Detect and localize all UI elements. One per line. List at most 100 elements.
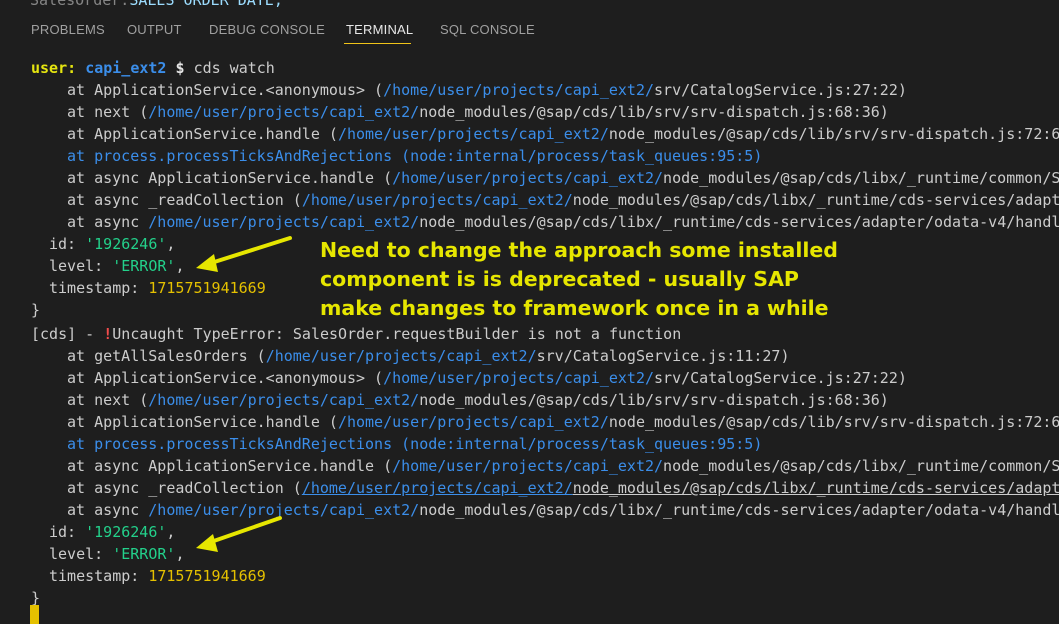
stack-frame-caller: at async _readCollection (	[67, 479, 302, 497]
stack-frame-caller: at async ApplicationService.handle (	[67, 457, 393, 475]
stack-frame-caller: at next (	[67, 391, 149, 409]
stack-frame: at async _readCollection (/home/user/pro…	[31, 189, 1059, 211]
stack-frame-location[interactable]: srv/CatalogService.js:11:27)	[537, 347, 790, 365]
error-timestamp-value: 1715751941669	[148, 279, 266, 297]
tab-output[interactable]: OUTPUT	[127, 22, 182, 37]
error-id-value: '1926246'	[85, 523, 167, 541]
stack-frame-path[interactable]: /home/user/projects/capi_ext2/	[148, 213, 419, 231]
stack-frame-location[interactable]: node_modules/@sap/cds/libx/_runtime/comm…	[663, 457, 1059, 475]
error-message: Uncaught TypeError: SalesOrder.requestBu…	[112, 325, 682, 343]
error-level: level: 'ERROR',	[49, 545, 185, 563]
stack-frame: at getAllSalesOrders (/home/user/project…	[31, 345, 790, 367]
editor-peek-accent: SALES_ORDER_DATE,	[129, 0, 283, 8]
terminal-output[interactable]: user: capi_ext2 $ cds watch at Applicati…	[0, 52, 1059, 624]
error-id-value: '1926246'	[85, 235, 167, 253]
error-timestamp: timestamp: 1715751941669	[31, 565, 266, 587]
stack-frame: at async ApplicationService.handle (/hom…	[31, 455, 1059, 477]
stack-frame-caller: at async	[67, 213, 149, 231]
stack-frame-location[interactable]: node_modules/@sap/cds/lib/srv/srv-dispat…	[609, 413, 1059, 431]
stack-frame-path[interactable]: /home/user/projects/capi_ext2/	[338, 413, 609, 431]
error-level-value: 'ERROR'	[112, 545, 176, 563]
stack-frame-path[interactable]: /home/user/projects/capi_ext2/	[338, 125, 609, 143]
stack-frame-path[interactable]: /home/user/projects/capi_ext2/	[266, 347, 537, 365]
panel-tabs: PROBLEMS OUTPUT DEBUG CONSOLE TERMINAL S…	[0, 8, 1059, 50]
error-prefix: [cds] -	[31, 325, 104, 343]
stack-frame-path[interactable]: /home/user/projects/capi_ext2/	[302, 191, 573, 209]
stack-frame: at ApplicationService.handle (/home/user…	[31, 411, 1059, 433]
annotation-line-1: Need to change the approach some install…	[320, 238, 838, 262]
tab-debug-console[interactable]: DEBUG CONSOLE	[209, 22, 325, 37]
stack-frame-path[interactable]: /home/user/projects/capi_ext2/	[302, 479, 573, 497]
error-timestamp-value: 1715751941669	[148, 567, 266, 585]
stack-frame: at ApplicationService.<anonymous> (/home…	[31, 79, 907, 101]
error-timestamp-key: timestamp:	[49, 567, 140, 585]
stack-frame: at next (/home/user/projects/capi_ext2/n…	[31, 101, 889, 123]
stack-frame-caller: at getAllSalesOrders (	[67, 347, 266, 365]
prompt-symbol: $	[175, 59, 185, 77]
stack-frame-caller: at async _readCollection (	[67, 191, 302, 209]
stack-frame-location[interactable]: node_modules/@sap/cds/lib/srv/srv-dispat…	[419, 103, 889, 121]
stack-frame-location[interactable]: node_modules/@sap/cds/lib/srv/srv-dispat…	[609, 125, 1059, 143]
stack-frame: at ApplicationService.<anonymous> (/home…	[31, 367, 907, 389]
stack-frame: at process.processTicksAndRejections (no…	[31, 433, 762, 455]
stack-frame-caller: at async	[67, 501, 149, 519]
stack-frame: at async ApplicationService.handle (/hom…	[31, 167, 1059, 189]
prompt-command: cds watch	[193, 59, 275, 77]
error-id-key: id:	[49, 235, 77, 253]
prompt-path: capi_ext2	[85, 59, 167, 77]
error-id-key: id:	[49, 523, 77, 541]
stack-frame-path[interactable]: /home/user/projects/capi_ext2/	[148, 501, 419, 519]
stack-frame: at async /home/user/projects/capi_ext2/n…	[31, 499, 1059, 521]
stack-frame-caller: at ApplicationService.<anonymous> (	[67, 369, 384, 387]
stack-frame-path[interactable]: /home/user/projects/capi_ext2/	[392, 169, 663, 187]
error-level-value: 'ERROR'	[112, 257, 176, 275]
stack-frame-path[interactable]: /home/user/projects/capi_ext2/	[148, 103, 419, 121]
stack-frame-location[interactable]: node_modules/@sap/cds/libx/_runtime/cds-…	[573, 479, 1059, 497]
stack-frame-path[interactable]: /home/user/projects/capi_ext2/	[383, 81, 654, 99]
stack-frame-location[interactable]: srv/CatalogService.js:27:22)	[654, 81, 907, 99]
error-marker-icon: !	[103, 325, 113, 343]
prompt-user: user:	[31, 59, 77, 77]
stack-frame-location[interactable]: node_modules/@sap/cds/libx/_runtime/cds-…	[573, 191, 1059, 209]
editor-peek: SalesOrder.SALES_ORDER_DATE,	[0, 0, 1059, 8]
stack-frame-internal: at process.processTicksAndRejections (no…	[67, 147, 763, 165]
error-line: [cds] - !Uncaught TypeError: SalesOrder.…	[31, 323, 681, 345]
stack-frame: at next (/home/user/projects/capi_ext2/n…	[31, 389, 889, 411]
tab-problems[interactable]: PROBLEMS	[31, 22, 105, 37]
stack-frame-location[interactable]: srv/CatalogService.js:27:22)	[654, 369, 907, 387]
stack-frame-caller: at ApplicationService.handle (	[67, 413, 338, 431]
stack-frame-path[interactable]: /home/user/projects/capi_ext2/	[148, 391, 419, 409]
stack-frame-caller: at ApplicationService.handle (	[67, 125, 338, 143]
stack-frame-caller: at ApplicationService.<anonymous> (	[67, 81, 384, 99]
annotation-line-2: component is is deprecated - usually SAP	[320, 267, 799, 291]
stack-frame-internal: at process.processTicksAndRejections (no…	[67, 435, 763, 453]
error-id: id: '1926246',	[49, 523, 176, 541]
prompt-line: user: capi_ext2 $ cds watch	[31, 57, 275, 79]
stack-frame-path[interactable]: /home/user/projects/capi_ext2/	[383, 369, 654, 387]
stack-frame: at async /home/user/projects/capi_ext2/n…	[31, 211, 1059, 233]
stack-frame-path[interactable]: /home/user/projects/capi_ext2/	[392, 457, 663, 475]
stack-frame-caller: at async ApplicationService.handle (	[67, 169, 393, 187]
stack-frame-location[interactable]: node_modules/@sap/cds/lib/srv/srv-dispat…	[419, 391, 889, 409]
annotation-text: Need to change the approach some install…	[320, 236, 880, 323]
stack-frame-location[interactable]: node_modules/@sap/cds/libx/_runtime/comm…	[663, 169, 1059, 187]
stack-frame-location[interactable]: node_modules/@sap/cds/libx/_runtime/cds-…	[419, 213, 1059, 231]
error-timestamp: timestamp: 1715751941669	[31, 277, 266, 299]
tab-sql-console[interactable]: SQL CONSOLE	[440, 22, 535, 37]
active-tab-indicator	[344, 43, 411, 44]
tab-terminal[interactable]: TERMINAL	[346, 22, 413, 37]
stack-frame: at ApplicationService.handle (/home/user…	[31, 123, 1059, 145]
terminal-cursor	[30, 605, 39, 624]
error-level: level: 'ERROR',	[49, 257, 185, 275]
stack-frame: at process.processTicksAndRejections (no…	[31, 145, 762, 167]
stack-frame-caller: at next (	[67, 103, 149, 121]
object-close-brace: }	[31, 301, 41, 319]
error-level-key: level:	[49, 545, 104, 563]
stack-frame-location[interactable]: node_modules/@sap/cds/libx/_runtime/cds-…	[419, 501, 1059, 519]
error-id: id: '1926246',	[49, 235, 176, 253]
annotation-line-3: make changes to framework once in a whil…	[320, 296, 829, 320]
editor-peek-prefix: SalesOrder.	[30, 0, 129, 8]
error-timestamp-key: timestamp:	[49, 279, 140, 297]
error-level-key: level:	[49, 257, 104, 275]
stack-frame: at async _readCollection (/home/user/pro…	[31, 477, 1059, 499]
